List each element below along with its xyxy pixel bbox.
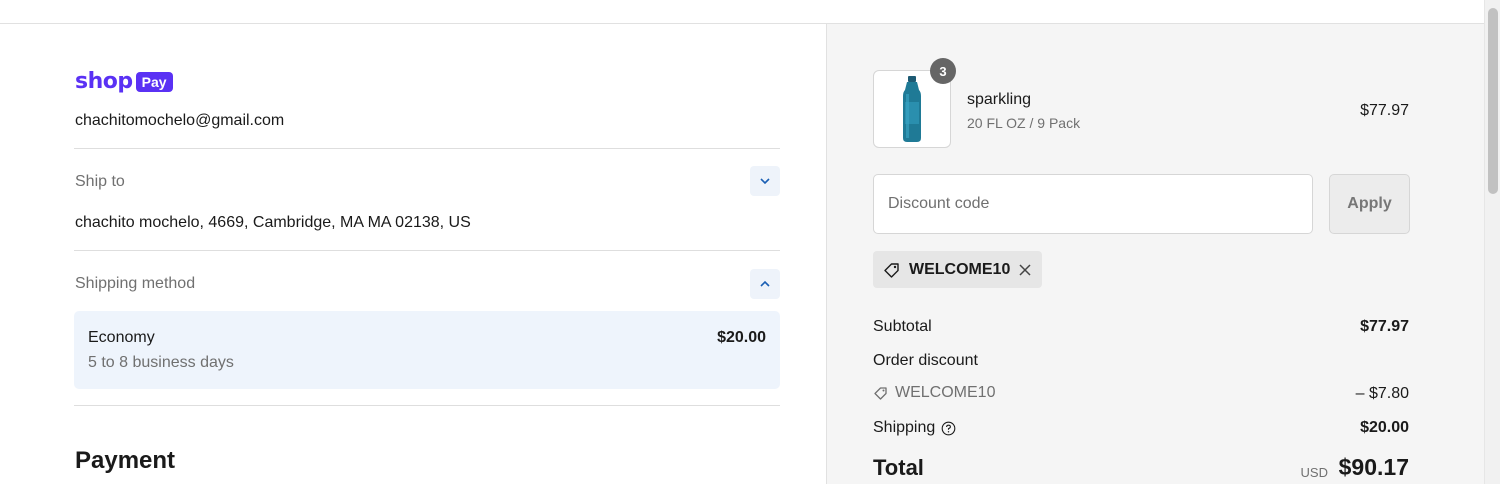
discount-code-input[interactable]	[873, 174, 1313, 234]
shipping-method-label: Shipping method	[75, 275, 196, 292]
subtotal-value: $77.97	[1360, 318, 1409, 335]
shipping-row: Shipping	[873, 419, 956, 437]
shipping-method-toggle-button[interactable]	[750, 269, 780, 299]
ship-to-toggle-button[interactable]	[750, 166, 780, 196]
shop-pay-logo: shop Pay	[75, 69, 173, 94]
ship-to-label: Ship to	[75, 173, 125, 190]
applied-discount-code: WELCOME10	[909, 260, 1011, 278]
apply-discount-button[interactable]: Apply	[1329, 174, 1410, 234]
chevron-up-icon	[760, 280, 770, 287]
divider	[74, 250, 780, 251]
total-label: Total	[873, 455, 924, 480]
divider	[74, 405, 780, 406]
shipping-label: Shipping	[873, 419, 936, 436]
shipping-value: $20.00	[1360, 419, 1409, 436]
chevron-down-icon	[760, 178, 770, 185]
product-price: $77.97	[1360, 102, 1409, 119]
quantity-badge: 3	[930, 58, 956, 84]
product-variant: 20 FL OZ / 9 Pack	[967, 115, 1081, 131]
ship-to-address: chachito mochelo, 4669, Cambridge, MA MA…	[75, 214, 471, 231]
shop-pay-wordmark: shop	[75, 69, 133, 94]
shipping-option-price: $20.00	[717, 329, 766, 346]
total-value: $90.17	[1338, 454, 1409, 480]
order-discount-code: WELCOME10	[873, 384, 995, 402]
page-scrollbar[interactable]	[1484, 0, 1500, 484]
shipping-option-name: Economy	[88, 329, 155, 346]
order-summary: 3 sparkling 20 FL OZ / 9 Pack $77.97 App…	[826, 24, 1484, 484]
total-currency: USD	[1300, 465, 1328, 480]
shipping-option-days: 5 to 8 business days	[88, 354, 234, 371]
applied-discount-chip: WELCOME10	[873, 251, 1043, 288]
order-discount-value: – $7.80	[1355, 385, 1409, 402]
order-discount-code-text: WELCOME10	[895, 384, 996, 401]
tag-icon	[874, 387, 887, 400]
contact-email: chachitomochelo@gmail.com	[75, 112, 285, 129]
checkout-main: shop Pay chachitomochelo@gmail.com Ship …	[0, 24, 826, 484]
payment-heading: Payment	[75, 447, 176, 474]
subtotal-label: Subtotal	[873, 318, 932, 335]
remove-discount-icon[interactable]	[1018, 263, 1032, 277]
divider	[74, 148, 780, 149]
help-circle-icon[interactable]	[941, 421, 956, 436]
scrollbar-thumb[interactable]	[1488, 8, 1498, 194]
top-bar	[0, 0, 1484, 24]
product-name: sparkling	[967, 91, 1032, 108]
order-discount-label: Order discount	[873, 352, 978, 369]
tag-icon	[884, 262, 899, 278]
shipping-option-economy[interactable]: Economy 5 to 8 business days $20.00	[74, 311, 780, 389]
water-bottle-icon	[903, 76, 921, 142]
shop-pay-badge: Pay	[135, 71, 173, 92]
